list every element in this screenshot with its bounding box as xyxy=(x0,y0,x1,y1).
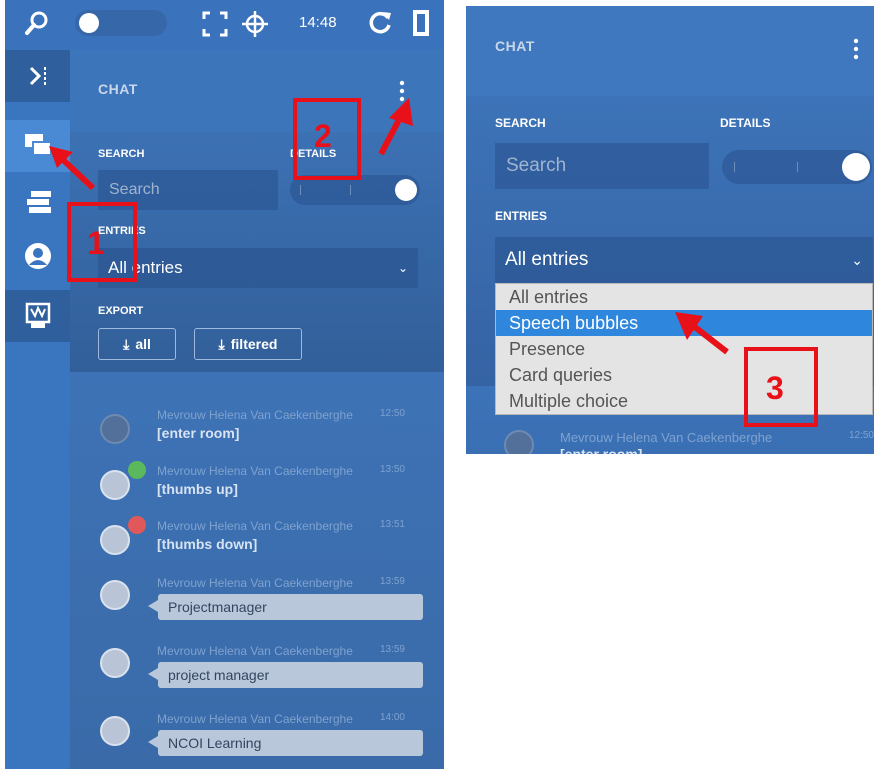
left-screenshot: 14:48 CHAT SEARCH DETAILS Search ENTRIES… xyxy=(5,0,444,769)
annotation-arrow-2 xyxy=(378,98,413,156)
chat-header: CHAT xyxy=(466,6,874,96)
list-item: Mevrouw Helena Van Caekenberghe 13:50 [t… xyxy=(100,461,430,504)
exit-door-icon[interactable] xyxy=(411,6,433,38)
crosshair-icon[interactable] xyxy=(241,10,269,38)
entries-select-value: All entries xyxy=(505,249,589,270)
list-item: Mevrouw Helena Van Caekenberghe 12:50 [e… xyxy=(100,408,430,448)
annotation-number-2: 2 xyxy=(314,118,332,154)
export-label: EXPORT xyxy=(98,305,144,317)
annotation-number-3: 3 xyxy=(766,370,784,406)
sidebar-item-participants[interactable] xyxy=(5,230,70,282)
more-options-icon[interactable] xyxy=(851,38,861,60)
expand-arrow-icon xyxy=(29,66,46,86)
fullscreen-icon[interactable] xyxy=(202,11,228,37)
export-filtered-button[interactable]: ⤓ filtered xyxy=(194,328,302,360)
refresh-icon[interactable] xyxy=(367,10,393,36)
door-avatar xyxy=(504,430,534,454)
list-item: Mevrouw Helena Van Caekenberghe 13:51 [t… xyxy=(100,516,430,559)
export-all-button[interactable]: ⤓ all xyxy=(98,328,176,360)
details-label: DETAILS xyxy=(720,116,771,130)
avatar xyxy=(100,648,130,678)
speech-bubble: Projectmanager xyxy=(148,594,423,620)
sidebar-expand-button[interactable] xyxy=(5,50,70,102)
door-avatar xyxy=(100,414,130,444)
chat-title: CHAT xyxy=(495,38,535,54)
details-toggle[interactable] xyxy=(722,150,872,184)
thumbs-up-icon xyxy=(128,461,146,479)
entries-select[interactable]: All entries ⌄ xyxy=(495,237,873,283)
topbar-toggle[interactable] xyxy=(75,10,167,36)
sidebar-item-whiteboard[interactable] xyxy=(5,290,70,342)
speech-bubble: NCOI Learning xyxy=(148,730,423,756)
search-label: SEARCH xyxy=(98,148,145,160)
download-icon: ⤓ xyxy=(123,335,130,352)
whiteboard-icon xyxy=(25,302,51,328)
chevron-down-icon: ⌄ xyxy=(851,251,863,268)
avatar xyxy=(100,716,130,746)
list-item: Mevrouw Helena Van Caekenberghe 14:00 NC… xyxy=(100,712,430,762)
search-label: SEARCH xyxy=(495,116,546,130)
annotation-arrow-3 xyxy=(675,312,729,355)
search-input[interactable]: Search xyxy=(495,143,709,189)
annotation-number-1: 1 xyxy=(87,225,105,261)
user-icon xyxy=(25,243,51,269)
annotation-arrow-1 xyxy=(49,146,96,191)
avatar xyxy=(100,470,130,500)
avatar xyxy=(100,580,130,610)
list-item: Mevrouw Helena Van Caekenberghe 12:50 [e… xyxy=(504,426,874,454)
entries-select[interactable]: All entries ⌄ xyxy=(98,248,418,288)
thumbs-down-icon xyxy=(128,516,146,534)
right-screenshot: CHAT SEARCH DETAILS Search ENTRIES All e… xyxy=(466,6,874,454)
list-item: Mevrouw Helena Van Caekenberghe 13:59 Pr… xyxy=(100,576,430,626)
clock: 14:48 xyxy=(299,14,337,31)
search-icon[interactable] xyxy=(21,8,53,40)
chat-title: CHAT xyxy=(98,81,138,97)
avatar xyxy=(100,525,130,555)
chevron-down-icon: ⌄ xyxy=(397,261,408,275)
download-icon: ⤓ xyxy=(218,335,225,352)
entries-label: ENTRIES xyxy=(495,209,548,223)
list-item: Mevrouw Helena Van Caekenberghe 13:59 pr… xyxy=(100,644,430,694)
top-bar: 14:48 xyxy=(5,0,444,50)
speech-bubble: project manager xyxy=(148,662,423,688)
